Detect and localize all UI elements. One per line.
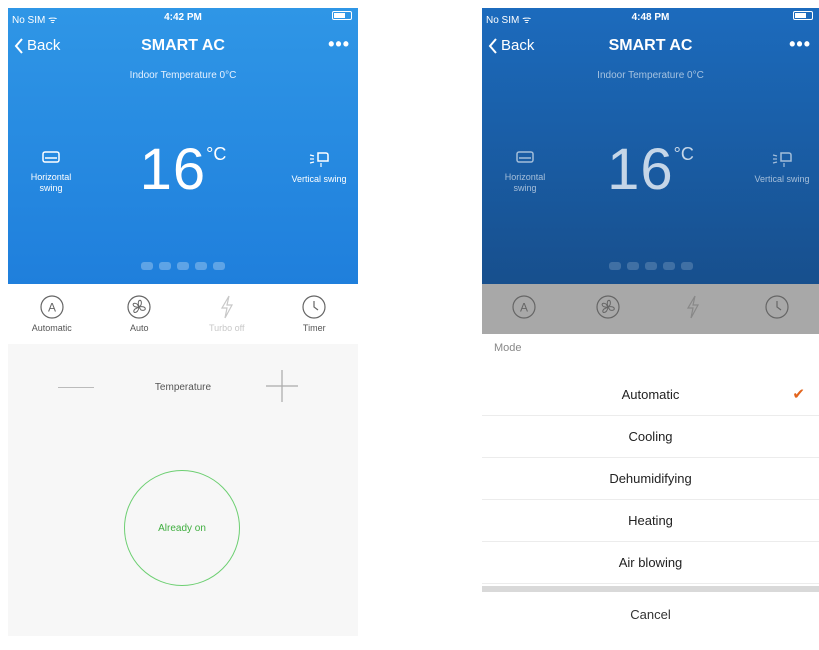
- lightning-icon: [686, 295, 699, 319]
- mode-automatic-button[interactable]: A Automatic: [17, 294, 87, 344]
- vertical-swing-button[interactable]: Vertical swing: [747, 150, 817, 185]
- mode-label: Automatic: [31, 323, 72, 333]
- option-label: Cooling: [628, 429, 673, 444]
- increase-temperature-button[interactable]: [264, 368, 300, 404]
- page-title: SMART AC: [141, 37, 225, 54]
- clock: 4:48 PM: [631, 12, 670, 23]
- fan-icon: [596, 295, 620, 319]
- mode-action-sheet: Mode Automatic ✔ Cooling Dehumidifying H…: [482, 334, 819, 636]
- page-dot: [680, 262, 693, 270]
- right-screen: No SIM ᯤ 4:48 PM Back SMART AC ••• Indoo…: [482, 8, 819, 636]
- timer-label: Timer: [302, 323, 326, 333]
- page-dot: [177, 262, 189, 270]
- status-bar: No SIM ᯤ 4:48 PM: [482, 8, 819, 28]
- fan-icon: [127, 295, 151, 319]
- page-dot: [141, 262, 153, 270]
- set-temperature: 16: [139, 137, 207, 202]
- turbo-button[interactable]: Turbo off: [192, 294, 262, 344]
- turbo-label: Turbo off: [208, 323, 245, 333]
- page-dot: [608, 262, 621, 270]
- page-indicator: [482, 262, 819, 270]
- clock-icon: [302, 295, 326, 319]
- more-button[interactable]: •••: [789, 34, 811, 55]
- svg-text:A: A: [48, 301, 56, 315]
- option-label: Automatic: [621, 387, 680, 402]
- temperature-label: Temperature: [154, 382, 212, 393]
- page-dot: [159, 262, 171, 270]
- page-dot: [626, 262, 639, 270]
- indoor-temperature: Indoor Temperature 0°C: [597, 70, 704, 81]
- vertical-swing-icon: [309, 152, 329, 167]
- mode-toolbar: A Automatic Auto Turbo off Timer: [8, 284, 358, 344]
- mode-option-air-blowing[interactable]: Air blowing: [482, 542, 819, 584]
- nav-bar: Back SMART AC •••: [482, 34, 819, 60]
- mode-option-automatic[interactable]: Automatic ✔: [482, 374, 819, 416]
- sheet-title: Mode: [494, 342, 522, 354]
- page-indicator: [8, 262, 358, 270]
- cancel-button[interactable]: Cancel: [482, 592, 819, 636]
- power-button[interactable]: Already on: [124, 470, 240, 586]
- svg-text:A: A: [520, 301, 528, 315]
- vertical-swing-icon: [772, 152, 792, 167]
- option-label: Heating: [628, 513, 673, 528]
- clock: 4:42 PM: [164, 12, 202, 23]
- mode-option-dehumidifying[interactable]: Dehumidifying: [482, 458, 819, 500]
- vertical-swing-button[interactable]: Vertical swing: [284, 150, 354, 185]
- a-mode-icon: A: [40, 295, 64, 319]
- a-mode-icon: A: [512, 295, 536, 319]
- battery-icon: [793, 11, 813, 20]
- temperature-unit: °C: [206, 144, 227, 164]
- fan-speed-label: Auto: [129, 323, 149, 333]
- option-label: Dehumidifying: [609, 471, 692, 486]
- option-label: Air blowing: [618, 555, 683, 570]
- fan-speed-button[interactable]: Auto: [104, 294, 174, 344]
- indoor-temperature: Indoor Temperature 0°C: [129, 70, 237, 81]
- temperature-control: Temperature: [8, 368, 358, 408]
- nav-bar: Back SMART AC •••: [8, 34, 358, 60]
- temperature-unit: °C: [673, 144, 694, 164]
- vertical-swing-label: Vertical swing: [291, 174, 347, 184]
- mode-option-heating[interactable]: Heating: [482, 500, 819, 542]
- set-temperature: 16: [607, 137, 674, 202]
- clock-icon: [765, 295, 789, 319]
- more-button[interactable]: •••: [328, 34, 350, 55]
- control-panel: No SIM ᯤ 4:42 PM Back SMART AC ••• Indoo…: [8, 8, 358, 284]
- power-status: Already on: [158, 522, 206, 534]
- battery-icon: [332, 11, 352, 20]
- lightning-icon: [220, 295, 233, 319]
- page-dot: [213, 262, 225, 270]
- checkmark-icon: ✔: [792, 386, 805, 403]
- page-dot: [195, 262, 207, 270]
- timer-button[interactable]: Timer: [279, 294, 349, 344]
- vertical-swing-label: Vertical swing: [754, 174, 810, 184]
- control-panel-dimmed: No SIM ᯤ 4:48 PM Back SMART AC ••• Indoo…: [482, 8, 819, 284]
- left-screen: No SIM ᯤ 4:42 PM Back SMART AC ••• Indoo…: [8, 8, 358, 636]
- status-bar: No SIM ᯤ 4:42 PM: [8, 8, 358, 28]
- mode-option-cooling[interactable]: Cooling: [482, 416, 819, 458]
- page-dot: [662, 262, 675, 270]
- page-title: SMART AC: [608, 37, 693, 54]
- page-dot: [644, 262, 657, 270]
